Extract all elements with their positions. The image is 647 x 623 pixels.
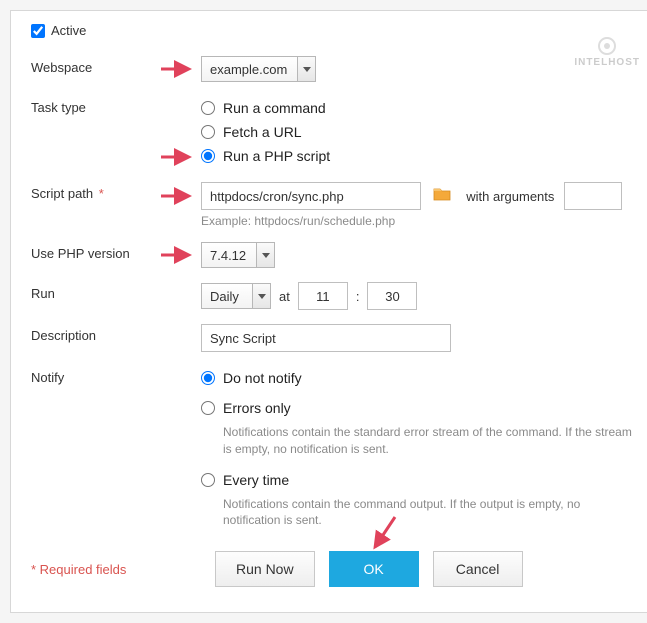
phpversion-select[interactable]: 7.4.12 bbox=[201, 242, 275, 268]
webspace-label: Webspace bbox=[31, 56, 201, 75]
tasktype-php[interactable]: Run a PHP script bbox=[201, 144, 640, 168]
time-separator: : bbox=[356, 289, 360, 304]
run-period-value: Daily bbox=[202, 289, 252, 304]
scriptpath-hint: Example: httpdocs/run/schedule.php bbox=[201, 214, 640, 228]
row-phpversion: Use PHP version 7.4.12 bbox=[31, 242, 640, 268]
tasktype-command-label: Run a command bbox=[223, 100, 326, 116]
notify-errors-label: Errors only bbox=[223, 400, 291, 416]
webspace-select[interactable]: example.com bbox=[201, 56, 316, 82]
notify-every-hint: Notifications contain the command output… bbox=[223, 496, 640, 530]
description-input[interactable] bbox=[201, 324, 451, 352]
row-description: Description bbox=[31, 324, 640, 352]
required-fields-note: * Required fields bbox=[31, 562, 201, 577]
active-checkbox-input[interactable] bbox=[31, 24, 45, 38]
pointer-arrow bbox=[161, 149, 195, 165]
scriptpath-label: Script path bbox=[31, 186, 93, 201]
tasktype-url-label: Fetch a URL bbox=[223, 124, 302, 140]
run-period-select[interactable]: Daily bbox=[201, 283, 271, 309]
run-minute-input[interactable] bbox=[367, 282, 417, 310]
footer: * Required fields Run Now OK Cancel bbox=[31, 551, 640, 587]
webspace-value: example.com bbox=[202, 62, 297, 77]
notify-every-label: Every time bbox=[223, 472, 289, 488]
arguments-input[interactable] bbox=[564, 182, 622, 210]
run-now-button[interactable]: Run Now bbox=[215, 551, 315, 587]
tasktype-label: Task type bbox=[31, 96, 201, 115]
run-hour-input[interactable] bbox=[298, 282, 348, 310]
row-webspace: Webspace example.com bbox=[31, 56, 640, 82]
scriptpath-input[interactable] bbox=[201, 182, 421, 210]
row-scriptpath: Script path * with arguments Example: ht… bbox=[31, 182, 640, 228]
chevron-down-icon bbox=[252, 284, 270, 308]
with-arguments-label: with arguments bbox=[466, 189, 554, 204]
chevron-down-icon bbox=[297, 57, 315, 81]
task-form-panel: INTELHOST Active Webspace example.com Ta… bbox=[10, 10, 647, 613]
tasktype-url[interactable]: Fetch a URL bbox=[201, 120, 640, 144]
notify-none-label: Do not notify bbox=[223, 370, 302, 386]
row-active: Active bbox=[31, 23, 640, 38]
active-checkbox[interactable]: Active bbox=[31, 23, 86, 38]
notify-every[interactable]: Every time bbox=[201, 468, 640, 492]
row-notify: Notify Do not notify Errors only Notific… bbox=[31, 366, 640, 529]
required-marker: * bbox=[99, 186, 104, 201]
notify-none[interactable]: Do not notify bbox=[201, 366, 640, 390]
row-run: Run Daily at : bbox=[31, 282, 640, 310]
cancel-button[interactable]: Cancel bbox=[433, 551, 523, 587]
description-label: Description bbox=[31, 324, 201, 343]
ok-button[interactable]: OK bbox=[329, 551, 419, 587]
chevron-down-icon bbox=[256, 243, 274, 267]
run-label: Run bbox=[31, 282, 201, 301]
run-at-label: at bbox=[279, 289, 290, 304]
tasktype-php-label: Run a PHP script bbox=[223, 148, 330, 164]
notify-label: Notify bbox=[31, 366, 201, 385]
active-label: Active bbox=[51, 23, 86, 38]
tasktype-command[interactable]: Run a command bbox=[201, 96, 640, 120]
phpversion-label: Use PHP version bbox=[31, 242, 201, 261]
row-tasktype: Task type Run a command Fetch a URL Run … bbox=[31, 96, 640, 168]
phpversion-value: 7.4.12 bbox=[202, 248, 256, 263]
folder-icon[interactable] bbox=[431, 182, 453, 204]
notify-errors-hint: Notifications contain the standard error… bbox=[223, 424, 640, 458]
notify-errors[interactable]: Errors only bbox=[201, 396, 640, 420]
